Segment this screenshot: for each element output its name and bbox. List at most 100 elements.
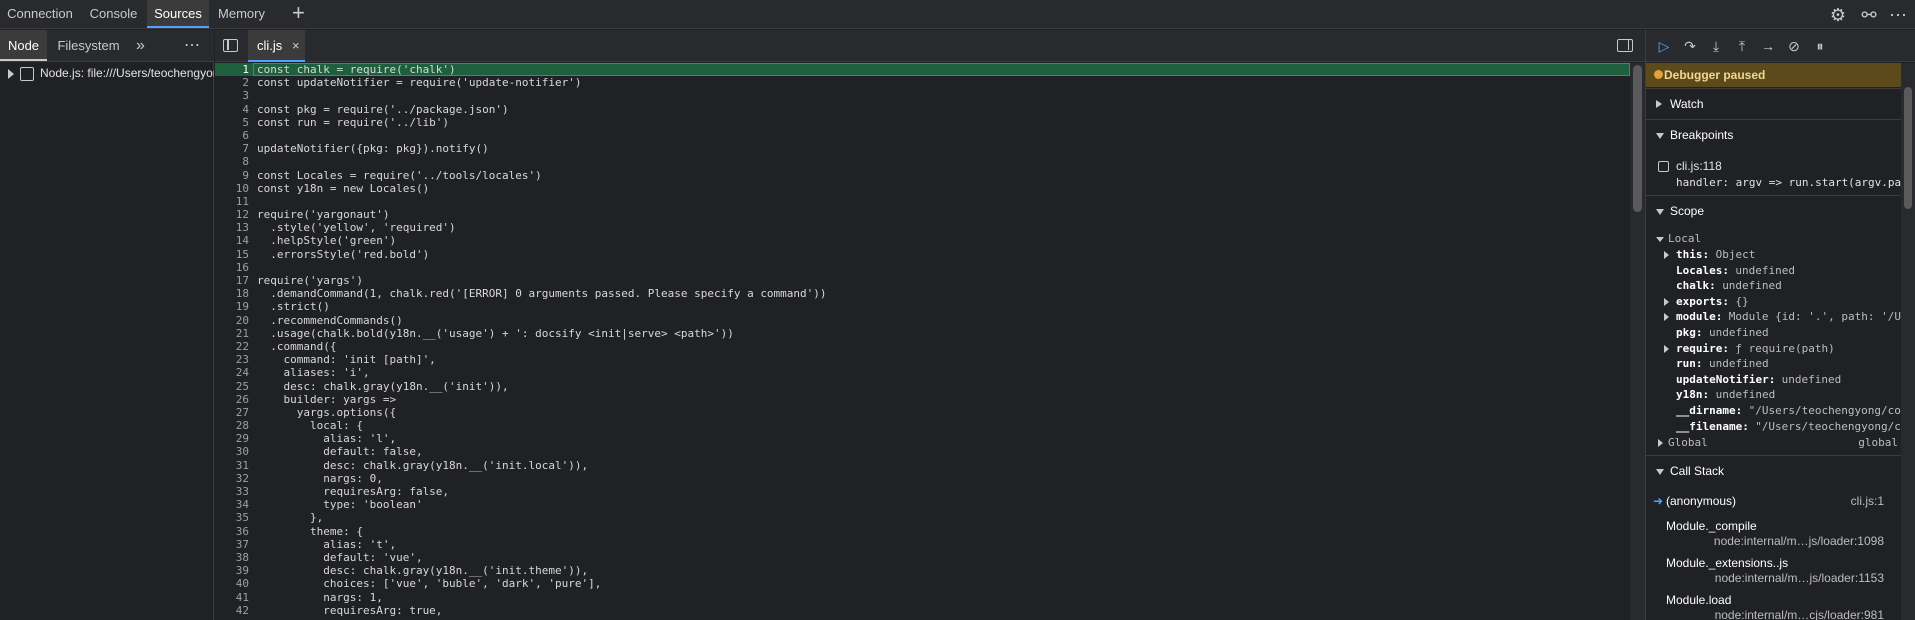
tab-connection[interactable]: Connection — [0, 0, 80, 28]
step-icon[interactable]: → — [1758, 36, 1778, 56]
breakpoint-checkbox[interactable] — [1658, 161, 1669, 172]
line-number[interactable]: 8 — [215, 155, 249, 168]
tab-filesystem[interactable]: Filesystem — [47, 30, 130, 61]
tab-sources[interactable]: Sources — [147, 0, 209, 28]
collapsed-arrow-icon[interactable] — [1664, 313, 1669, 322]
scope-variable[interactable]: exports: {} — [1646, 294, 1902, 310]
call-stack-frame[interactable]: Module._compile node:internal/m…js/loader… — [1646, 517, 1902, 551]
tree-item-node-target[interactable]: Node.js: file:///Users/teochengyong/docs… — [0, 64, 214, 82]
resume-icon[interactable]: ▷ — [1654, 36, 1674, 56]
line-number[interactable]: 17 — [215, 274, 249, 287]
code-line[interactable]: 6 — [215, 129, 1630, 142]
call-stack-frame[interactable]: Module.load node:internal/m…cjs/loader:98… — [1646, 591, 1902, 620]
code-line[interactable]: 36 theme: { — [215, 525, 1630, 538]
tab-node[interactable]: Node — [0, 30, 47, 61]
code-line[interactable]: 23 command: 'init [path]', — [215, 353, 1630, 366]
frame-location[interactable]: cli.js:1 — [1851, 494, 1884, 508]
line-number[interactable]: 39 — [215, 564, 249, 577]
line-number[interactable]: 42 — [215, 604, 249, 617]
close-tab-icon[interactable]: × — [292, 30, 300, 61]
section-call-stack[interactable]: Call Stack — [1646, 455, 1902, 485]
code-line[interactable]: 19 .strict() — [215, 300, 1630, 313]
code-line[interactable]: 10 const y18n = new Locales() — [215, 182, 1630, 195]
scope-variable[interactable]: Locales: undefined — [1646, 263, 1902, 279]
scope-global-header[interactable]: Global global — [1646, 435, 1902, 451]
step-over-icon[interactable]: ↷ — [1680, 36, 1700, 56]
scope-variable[interactable]: __dirname: "/Users/teochengyong/code/docs… — [1646, 403, 1902, 419]
collapsed-arrow-icon[interactable] — [1664, 251, 1669, 259]
line-number[interactable]: 9 — [215, 169, 249, 182]
code-line[interactable]: 26 builder: yargs => — [215, 393, 1630, 406]
scope-variable[interactable]: chalk: undefined — [1646, 278, 1902, 294]
code-line[interactable]: 4 const pkg = require('../package.json') — [215, 103, 1630, 116]
code-line[interactable]: 41 nargs: 1, — [215, 591, 1630, 604]
tab-memory[interactable]: Memory — [209, 0, 274, 28]
scrollbar-thumb[interactable] — [1904, 87, 1912, 209]
code-line[interactable]: 8 — [215, 155, 1630, 168]
line-number[interactable]: 34 — [215, 498, 249, 511]
section-scope[interactable]: Scope — [1646, 195, 1902, 225]
code-line[interactable]: 12 require('yargonaut') — [215, 208, 1630, 221]
line-number[interactable]: 6 — [215, 129, 249, 142]
section-breakpoints[interactable]: Breakpoints — [1646, 119, 1902, 149]
code-line[interactable]: 35 }, — [215, 511, 1630, 524]
line-number[interactable]: 35 — [215, 511, 249, 524]
line-number[interactable]: 33 — [215, 485, 249, 498]
file-tab-cli-js[interactable]: cli.js × — [248, 30, 305, 62]
scope-variable[interactable]: this: Object — [1646, 247, 1902, 263]
code-line[interactable]: 14 .helpStyle('green') — [215, 234, 1630, 247]
code-line[interactable]: 16 — [215, 261, 1630, 274]
step-into-icon[interactable]: ⤓ — [1706, 36, 1726, 56]
line-number[interactable]: 28 — [215, 419, 249, 432]
deactivate-breakpoints-icon[interactable]: ⊘ — [1784, 36, 1804, 56]
step-out-icon[interactable]: ⤒ — [1732, 36, 1752, 56]
code-line[interactable]: 28 local: { — [215, 419, 1630, 432]
code-line[interactable]: 3 — [215, 89, 1630, 102]
scope-variable[interactable]: y18n: undefined — [1646, 387, 1902, 403]
line-number[interactable]: 14 — [215, 234, 249, 247]
code-line[interactable]: 15 .errorsStyle('red.bold') — [215, 248, 1630, 261]
line-number[interactable]: 30 — [215, 445, 249, 458]
line-number[interactable]: 41 — [215, 591, 249, 604]
line-number[interactable]: 10 — [215, 182, 249, 195]
scope-variable[interactable]: __filename: "/Users/teochengyong/code/doc… — [1646, 419, 1902, 435]
code-line[interactable]: 27 yargs.options({ — [215, 406, 1630, 419]
code-line[interactable]: 24 aliases: 'i', — [215, 366, 1630, 379]
line-number[interactable]: 21 — [215, 327, 249, 340]
scope-variable[interactable]: run: undefined — [1646, 356, 1902, 372]
line-number[interactable]: 29 — [215, 432, 249, 445]
editor-scrollbar[interactable] — [1630, 63, 1645, 620]
code-line[interactable]: 22 .command({ — [215, 340, 1630, 353]
frame-location[interactable]: node:internal/m…cjs/loader:981 — [1715, 608, 1884, 620]
line-number[interactable]: 23 — [215, 353, 249, 366]
line-number[interactable]: 40 — [215, 577, 249, 590]
code-line[interactable]: 9 const Locales = require('../tools/local… — [215, 169, 1630, 182]
line-number[interactable]: 37 — [215, 538, 249, 551]
code-line[interactable]: 25 desc: chalk.gray(y18n.__('init')), — [215, 380, 1630, 393]
line-number[interactable]: 20 — [215, 314, 249, 327]
code-area[interactable]: 1 const chalk = require('chalk') 2 const up… — [215, 63, 1630, 620]
line-number[interactable]: 2 — [215, 76, 249, 89]
line-number[interactable]: 38 — [215, 551, 249, 564]
line-number[interactable]: 18 — [215, 287, 249, 300]
feedback-icon[interactable]: ⚯ — [1858, 4, 1880, 26]
line-number[interactable]: 7 — [215, 142, 249, 155]
code-line[interactable]: 30 default: false, — [215, 445, 1630, 458]
code-line[interactable]: 7 updateNotifier({pkg: pkg}).notify() — [215, 142, 1630, 155]
line-number[interactable]: 15 — [215, 248, 249, 261]
pause-on-exceptions-icon[interactable]: ⏸ — [1810, 36, 1830, 56]
more-options-icon[interactable]: ⋯ — [1887, 4, 1909, 26]
more-tabs-chevron-icon[interactable]: » — [136, 30, 145, 61]
line-number[interactable]: 31 — [215, 459, 249, 472]
code-line[interactable]: 11 — [215, 195, 1630, 208]
line-number[interactable]: 22 — [215, 340, 249, 353]
call-stack-frame[interactable]: Module._extensions..js node:internal/m…js… — [1646, 554, 1902, 588]
code-line[interactable]: 38 default: 'vue', — [215, 551, 1630, 564]
expand-arrow-icon[interactable] — [8, 68, 14, 79]
code-line[interactable]: 40 choices: ['vue', 'buble', 'dark', 'pu… — [215, 577, 1630, 590]
scope-variable[interactable]: module: Module {id: '.', path: '/Users/te… — [1646, 309, 1902, 325]
toggle-debugger-sidebar-icon[interactable] — [1617, 39, 1633, 52]
line-number[interactable]: 4 — [215, 103, 249, 116]
code-line[interactable]: 32 nargs: 0, — [215, 472, 1630, 485]
scope-variable[interactable]: pkg: undefined — [1646, 325, 1902, 341]
